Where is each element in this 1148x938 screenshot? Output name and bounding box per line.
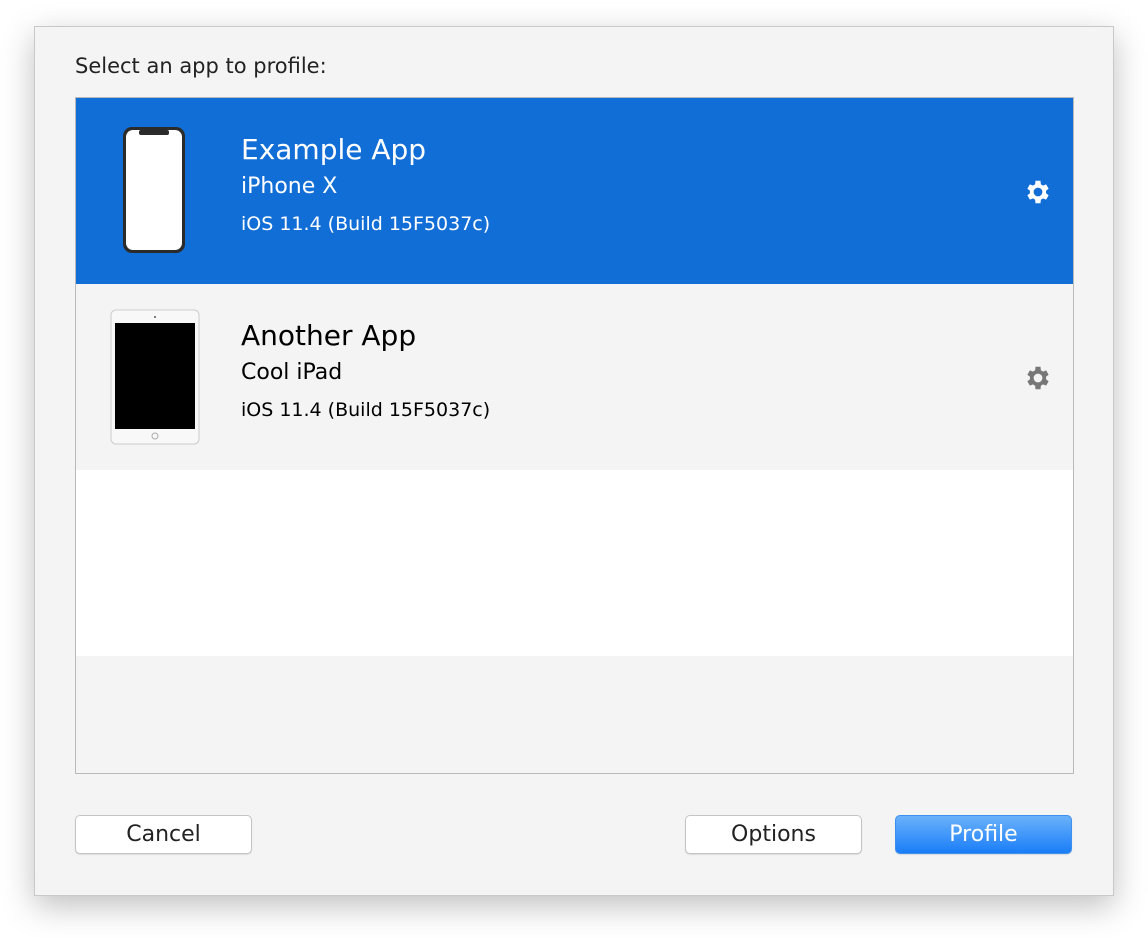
cancel-button[interactable]: Cancel [75, 815, 252, 854]
options-button[interactable]: Options [685, 815, 862, 854]
device-name: iPhone X [241, 174, 338, 199]
gear-icon[interactable] [1023, 363, 1053, 393]
ipad-icon [110, 309, 200, 445]
app-row-example-app[interactable]: Example App iPhone X iOS 11.4 (Build 15F… [76, 98, 1073, 284]
empty-row [76, 470, 1073, 656]
app-name: Another App [241, 319, 417, 352]
app-row-another-app[interactable]: Another App Cool iPad iOS 11.4 (Build 15… [76, 284, 1073, 470]
app-list: Example App iPhone X iOS 11.4 (Build 15F… [75, 97, 1074, 774]
profile-dialog: Select an app to profile: Example App iP… [34, 26, 1114, 896]
gear-icon[interactable] [1023, 177, 1053, 207]
os-version: iOS 11.4 (Build 15F5037c) [241, 213, 491, 235]
device-name: Cool iPad [241, 360, 343, 385]
os-version: iOS 11.4 (Build 15F5037c) [241, 399, 491, 421]
profile-button[interactable]: Profile [895, 815, 1072, 854]
iphone-x-icon [123, 127, 185, 253]
dialog-prompt: Select an app to profile: [75, 54, 327, 78]
app-name: Example App [241, 133, 427, 166]
